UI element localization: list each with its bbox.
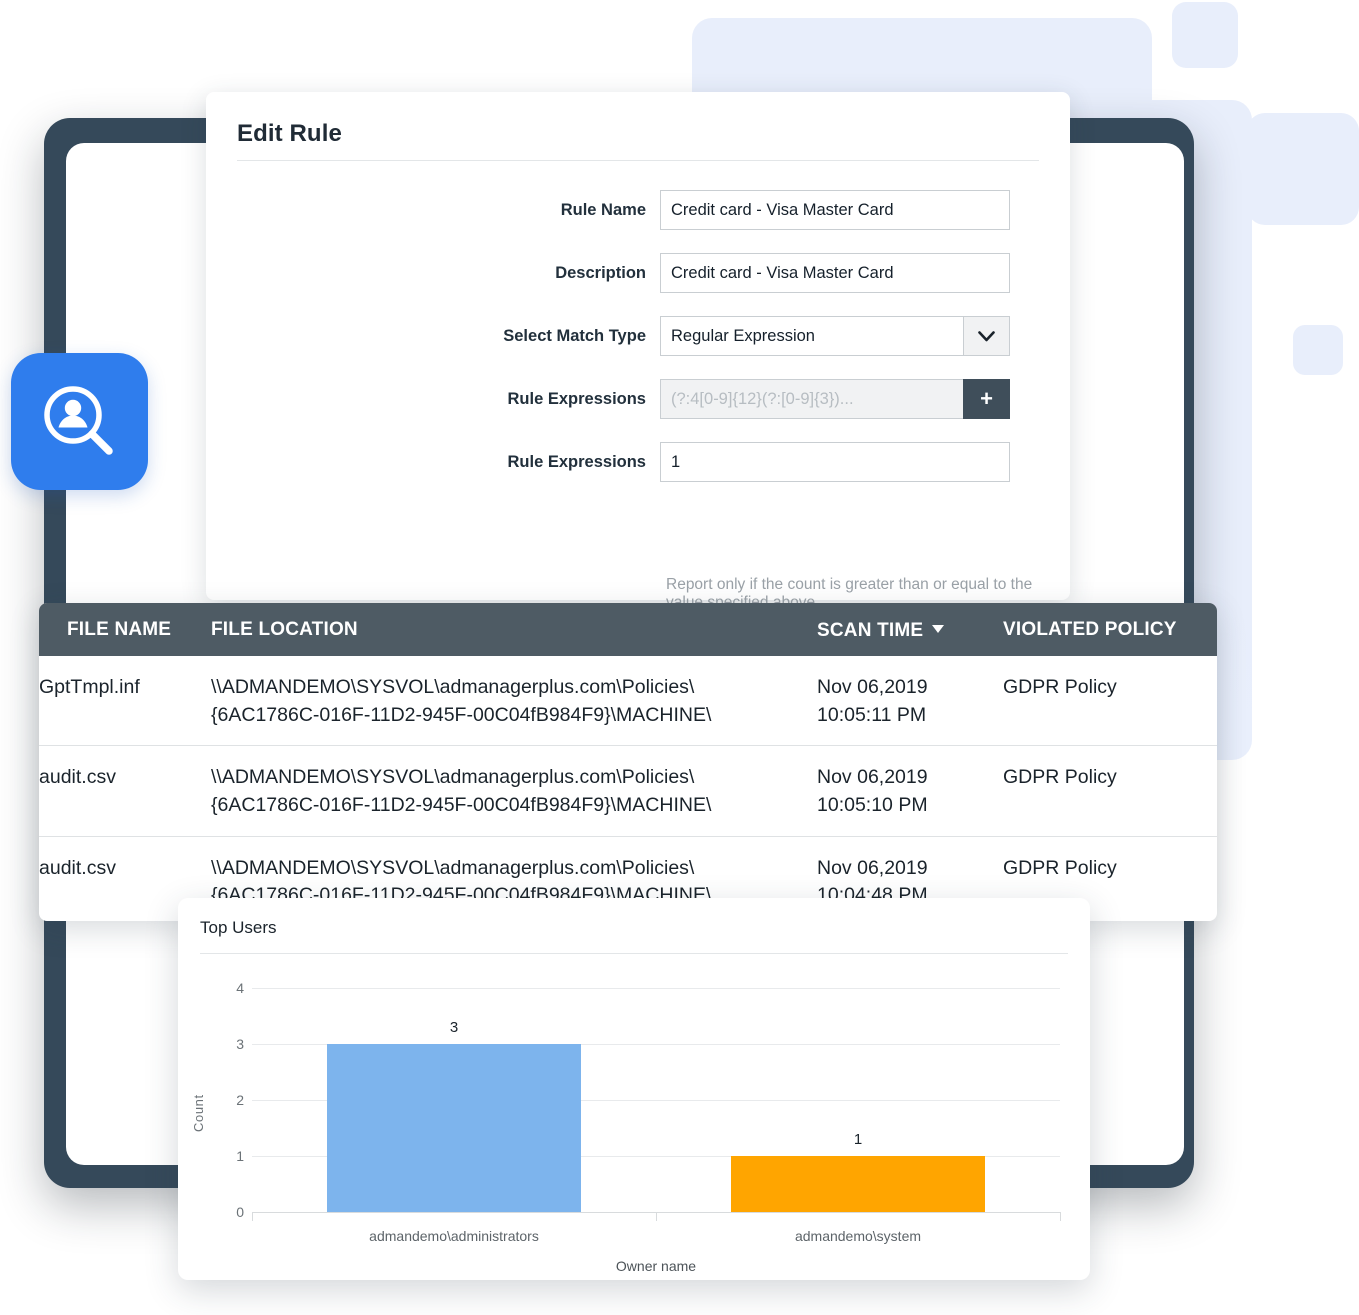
scan-date: Nov 06,2019 (817, 856, 928, 879)
cell-file-name: audit.csv (39, 745, 211, 837)
decorative-square-large (1247, 113, 1359, 225)
scan-clock-time: 10:05:11 PM (817, 703, 927, 726)
rule-expressions-label: Rule Expressions (507, 389, 646, 408)
x-axis-tick (252, 1212, 253, 1221)
add-expression-button[interactable]: + (963, 379, 1010, 419)
rule-name-control (660, 190, 1010, 230)
description-control (660, 253, 1010, 293)
cell-violated-policy: GDPR Policy (1003, 656, 1217, 747)
description-label: Description (555, 263, 646, 282)
bar-value-label: 1 (853, 1131, 863, 1148)
table-header: FILE NAME FILE LOCATION SCAN TIME VIOLAT… (39, 603, 1217, 656)
table-row[interactable]: GptTmpl.inf \\ADMANDEMO\SYSVOL\admanager… (39, 656, 1217, 747)
file-location-line-1: \\ADMANDEMO\SYSVOL\admanagerplus.com\Pol… (211, 856, 695, 879)
y-axis-tick-label: 1 (236, 1148, 244, 1164)
bar-chart-plot-area: Count 0 1 2 3 4 3 admandemo\administrators 1 adm… (178, 964, 1090, 1280)
column-header-file-location[interactable]: FILE LOCATION (211, 603, 817, 656)
page-root: Edit Rule Rule Name Description Select M… (0, 0, 1359, 1315)
form-row-rule-name: Rule Name (206, 190, 1070, 230)
rule-expressions-count-control (660, 442, 1010, 482)
page-title: Edit Rule (237, 120, 342, 147)
column-header-file-name[interactable]: FILE NAME (39, 603, 211, 656)
scan-date: Nov 06,2019 (817, 676, 928, 698)
file-location-line-2: {6AC1786C-016F-11D2-945F-00C04fB984F9}\M… (211, 794, 712, 817)
user-search-icon (11, 353, 148, 490)
y-axis-tick-label: 3 (236, 1036, 244, 1052)
x-axis-tick-label: admandemo\system (794, 1228, 922, 1244)
x-axis-tick (1060, 1212, 1061, 1221)
rule-expressions-count-input[interactable] (660, 442, 1010, 482)
select-match-type-control: Regular Expression (660, 316, 1010, 356)
cell-file-name: GptTmpl.inf (39, 656, 211, 747)
column-header-scan-time-label: SCAN TIME (817, 620, 924, 641)
rule-name-input[interactable] (660, 190, 1010, 230)
cell-file-location: \\ADMANDEMO\SYSVOL\admanagerplus.com\Pol… (211, 745, 817, 837)
y-axis-tick-label: 2 (236, 1092, 244, 1108)
file-location-line-1: \\ADMANDEMO\SYSVOL\admanagerplus.com\Pol… (211, 676, 695, 698)
decorative-square-small-bottom (1293, 325, 1343, 375)
form-row-description: Description (206, 253, 1070, 293)
y-axis-tick-label: 4 (236, 980, 244, 996)
top-users-chart-card: Top Users Count 0 1 2 3 4 3 admandemo\administ… (178, 898, 1090, 1280)
cell-scan-time: Nov 06,2019 10:05:10 PM (817, 745, 1003, 837)
match-type-selected-value: Regular Expression (671, 326, 815, 345)
x-axis-tick (656, 1212, 657, 1221)
description-input[interactable] (660, 253, 1010, 293)
rule-expression-input[interactable] (660, 379, 963, 419)
rule-name-label: Rule Name (560, 200, 646, 219)
table-header-row: FILE NAME FILE LOCATION SCAN TIME VIOLAT… (39, 603, 1217, 656)
edit-rule-card: Edit Rule Rule Name Description Select M… (206, 92, 1070, 670)
y-axis-tick-label: 0 (236, 1204, 244, 1220)
file-location-line-1: \\ADMANDEMO\SYSVOL\admanagerplus.com\Pol… (211, 766, 695, 789)
chart-bar[interactable] (730, 1156, 986, 1212)
column-header-violated-policy[interactable]: VIOLATED POLICY (1003, 603, 1217, 656)
y-axis-title: Count (191, 1094, 206, 1132)
rule-expressions-control: + (660, 379, 1010, 419)
form-row-rule-expressions: Rule Expressions + (206, 379, 1070, 419)
rule-expressions-count-label: Rule Expressions (507, 452, 646, 471)
scan-date: Nov 06,2019 (817, 766, 928, 789)
bar-value-label: 3 (449, 1019, 459, 1036)
table-body: GptTmpl.inf \\ADMANDEMO\SYSVOL\admanager… (39, 656, 1217, 921)
scan-results-table-card: FILE NAME FILE LOCATION SCAN TIME VIOLAT… (39, 603, 1217, 921)
sort-descending-icon[interactable] (932, 617, 945, 639)
table-row[interactable]: audit.csv \\ADMANDEMO\SYSVOL\admanagerpl… (39, 745, 1217, 837)
chart-bar[interactable] (326, 1044, 582, 1212)
cell-scan-time: Nov 06,2019 10:05:11 PM (817, 656, 1003, 747)
column-header-scan-time[interactable]: SCAN TIME (817, 603, 1003, 656)
cell-file-location: \\ADMANDEMO\SYSVOL\admanagerplus.com\Pol… (211, 656, 817, 747)
match-type-select[interactable]: Regular Expression (660, 316, 1010, 356)
select-match-type-label: Select Match Type (503, 326, 646, 345)
form-row-rule-expressions-count: Rule Expressions (206, 442, 1070, 482)
scan-clock-time: 10:05:10 PM (817, 794, 928, 817)
chevron-down-icon[interactable] (963, 317, 1009, 355)
cell-violated-policy: GDPR Policy (1003, 745, 1217, 837)
x-axis-tick-label: admandemo\administrators (369, 1228, 539, 1244)
x-axis-title: Owner name (615, 1258, 697, 1274)
form-row-match-type: Select Match Type Regular Expression (206, 316, 1070, 356)
decorative-square-small-top (1172, 2, 1238, 68)
gridline (252, 988, 1060, 989)
chart-title: Top Users (200, 918, 277, 937)
scan-results-table: FILE NAME FILE LOCATION SCAN TIME VIOLAT… (39, 603, 1217, 921)
chart-title-divider (200, 953, 1068, 954)
file-location-line-2: {6AC1786C-016F-11D2-945F-00C04fB984F9}\M… (211, 703, 712, 726)
title-divider (237, 160, 1039, 161)
